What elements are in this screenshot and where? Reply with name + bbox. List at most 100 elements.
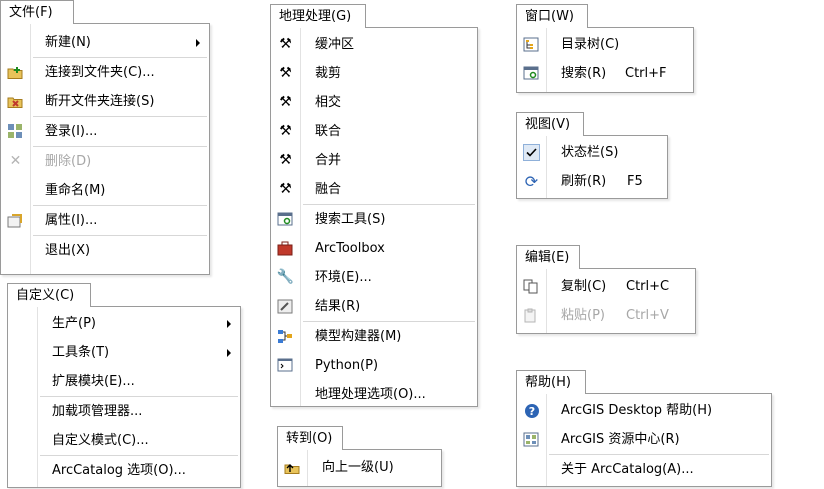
menu-item-customize-mode[interactable]: 自定义模式(C)... xyxy=(8,426,240,455)
geoprocessing-menu-header[interactable]: 地理处理(G) xyxy=(270,4,366,28)
menu-item-login[interactable]: 登录(I)... xyxy=(1,117,209,146)
menu-item-intersect[interactable]: ⚒ 相交 xyxy=(271,88,477,117)
toolbox-icon xyxy=(277,240,294,257)
menu-item-desktop-help[interactable]: ? ArcGIS Desktop 帮助(H) xyxy=(517,396,771,425)
menu-item-python[interactable]: Python(P) xyxy=(271,351,477,380)
goto-menu-header-label: 转到(O) xyxy=(286,431,333,446)
menu-item-new[interactable]: 新建(N) xyxy=(1,28,209,57)
edit-menu-panel: 复制(C) Ctrl+C 粘贴(P) Ctrl+V xyxy=(516,268,696,334)
menu-item-search-tools-label: 搜索工具(S) xyxy=(315,212,386,227)
search-window-icon xyxy=(277,211,294,228)
menu-item-paste-label: 粘贴(P) xyxy=(561,308,605,323)
menu-item-model-builder[interactable]: 模型构建器(M) xyxy=(271,322,477,351)
menu-item-search-tools[interactable]: 搜索工具(S) xyxy=(271,205,477,234)
hammer-icon: ⚒ xyxy=(279,65,292,81)
results-icon xyxy=(277,298,294,315)
wrench-icon: 🔧 xyxy=(276,269,295,285)
menu-item-intersect-label: 相交 xyxy=(315,95,342,110)
edit-menu-header-label: 编辑(E) xyxy=(525,250,570,265)
menu-item-dissolve[interactable]: ⚒ 融合 xyxy=(271,175,477,204)
menu-item-desktop-help-label: ArcGIS Desktop 帮助(H) xyxy=(561,403,713,418)
help-icon: ? xyxy=(523,402,540,419)
customize-menu-header[interactable]: 自定义(C) xyxy=(7,283,91,307)
menu-item-arccatalog-options[interactable]: ArcCatalog 选项(O)... xyxy=(8,456,240,485)
menu-item-disconnect-folder-label: 断开文件夹连接(S) xyxy=(45,94,155,109)
menu-item-exit[interactable]: 退出(X) xyxy=(1,236,209,265)
menu-item-search-shortcut: Ctrl+F xyxy=(625,66,667,81)
menu-item-merge[interactable]: ⚒ 合并 xyxy=(271,146,477,175)
menu-item-environments[interactable]: 🔧 环境(E)... xyxy=(271,263,477,292)
paste-icon xyxy=(523,307,540,324)
menu-item-resource-center[interactable]: ArcGIS 资源中心(R) xyxy=(517,425,771,454)
menu-item-new-label: 新建(N) xyxy=(45,35,91,50)
hammer-icon: ⚒ xyxy=(279,123,292,139)
menu-item-toolbars-label: 工具条(T) xyxy=(52,345,110,360)
menu-item-rename[interactable]: 重命名(M) xyxy=(1,176,209,205)
help-menu-panel: ? ArcGIS Desktop 帮助(H) ArcGIS 资源中心(R) 关于… xyxy=(516,393,772,487)
menu-item-union[interactable]: ⚒ 联合 xyxy=(271,117,477,146)
window-menu-panel: 目录树(C) 搜索(R) Ctrl+F xyxy=(516,27,694,93)
menu-item-delete[interactable]: ✕ 删除(D) xyxy=(1,147,209,176)
customize-menu-panel: 生产(P) 工具条(T) 扩展模块(E)... 加载项管理器... 自定义模式(… xyxy=(7,306,241,488)
menu-item-addin-manager[interactable]: 加载项管理器... xyxy=(8,397,240,426)
file-menu-header[interactable]: 文件(F) xyxy=(0,0,74,24)
menu-item-buffer[interactable]: ⚒ 缓冲区 xyxy=(271,30,477,59)
window-menu-header[interactable]: 窗口(W) xyxy=(516,4,588,28)
menu-item-copy[interactable]: 复制(C) Ctrl+C xyxy=(517,272,695,301)
menu-item-up-one-level[interactable]: 向上一级(U) xyxy=(278,453,441,482)
submenu-arrow-icon xyxy=(196,39,200,47)
hammer-icon: ⚒ xyxy=(279,152,292,168)
menu-item-copy-shortcut: Ctrl+C xyxy=(626,279,670,294)
help-menu-header[interactable]: 帮助(H) xyxy=(516,370,586,394)
search-window-icon xyxy=(523,65,540,82)
goto-menu-header[interactable]: 转到(O) xyxy=(277,426,343,450)
menu-item-disconnect-folder[interactable]: 断开文件夹连接(S) xyxy=(1,87,209,116)
customize-menu-header-label: 自定义(C) xyxy=(16,288,75,303)
login-icon xyxy=(7,123,24,140)
menu-item-results[interactable]: 结果(R) xyxy=(271,292,477,321)
menu-item-customize-mode-label: 自定义模式(C)... xyxy=(52,433,149,448)
menu-item-search-label: 搜索(R) xyxy=(561,66,607,81)
checkmark-icon xyxy=(523,144,540,161)
menu-item-resource-center-label: ArcGIS 资源中心(R) xyxy=(561,432,680,447)
menu-item-clip[interactable]: ⚒ 裁剪 xyxy=(271,59,477,88)
menu-item-about[interactable]: 关于 ArcCatalog(A)... xyxy=(517,455,771,484)
menu-item-catalog-tree-label: 目录树(C) xyxy=(561,37,620,52)
menu-item-toolbars[interactable]: 工具条(T) xyxy=(8,338,240,367)
delete-icon: ✕ xyxy=(9,153,22,169)
menu-item-environments-label: 环境(E)... xyxy=(315,270,372,285)
menu-item-refresh-label: 刷新(R) xyxy=(561,174,607,189)
menu-item-production[interactable]: 生产(P) xyxy=(8,309,240,338)
view-menu-panel: 状态栏(S) ⟳ 刷新(R) F5 xyxy=(516,135,668,199)
menu-item-status-bar[interactable]: 状态栏(S) xyxy=(517,138,667,167)
menu-item-paste[interactable]: 粘贴(P) Ctrl+V xyxy=(517,301,695,330)
hammer-icon: ⚒ xyxy=(279,94,292,110)
menu-item-buffer-label: 缓冲区 xyxy=(315,37,355,52)
goto-menu-panel: 向上一级(U) xyxy=(277,449,442,487)
menu-item-refresh-shortcut: F5 xyxy=(627,174,643,189)
edit-menu-header[interactable]: 编辑(E) xyxy=(516,245,580,269)
menu-item-dissolve-label: 融合 xyxy=(315,182,342,197)
menu-item-rename-label: 重命名(M) xyxy=(45,183,106,198)
geoprocessing-menu-header-label: 地理处理(G) xyxy=(279,9,352,24)
menu-item-status-bar-label: 状态栏(S) xyxy=(561,145,619,160)
menu-item-catalog-tree[interactable]: 目录树(C) xyxy=(517,30,693,59)
menu-item-refresh[interactable]: ⟳ 刷新(R) F5 xyxy=(517,167,667,196)
refresh-icon: ⟳ xyxy=(524,172,539,191)
menu-item-connect-folder[interactable]: 连接到文件夹(C)... xyxy=(1,58,209,87)
menu-item-properties[interactable]: 属性(I)... xyxy=(1,206,209,235)
menu-item-properties-label: 属性(I)... xyxy=(45,213,98,228)
menu-item-connect-folder-label: 连接到文件夹(C)... xyxy=(45,65,155,80)
menu-item-up-one-level-label: 向上一级(U) xyxy=(322,460,394,475)
view-menu-header[interactable]: 视图(V) xyxy=(516,112,584,136)
menu-item-extensions-label: 扩展模块(E)... xyxy=(52,374,135,389)
folder-disconnect-icon xyxy=(7,93,24,110)
folder-connect-icon xyxy=(7,64,24,81)
properties-icon xyxy=(7,212,24,229)
menu-item-gp-options[interactable]: 地理处理选项(O)... xyxy=(271,380,477,409)
menu-item-arctoolbox[interactable]: ArcToolbox xyxy=(271,234,477,263)
python-window-icon xyxy=(277,357,294,374)
geoprocessing-menu-panel: ⚒ 缓冲区 ⚒ 裁剪 ⚒ 相交 ⚒ 联合 ⚒ 合并 ⚒ 融合 搜索工具(S) A… xyxy=(270,27,478,407)
menu-item-search[interactable]: 搜索(R) Ctrl+F xyxy=(517,59,693,88)
menu-item-extensions[interactable]: 扩展模块(E)... xyxy=(8,367,240,396)
